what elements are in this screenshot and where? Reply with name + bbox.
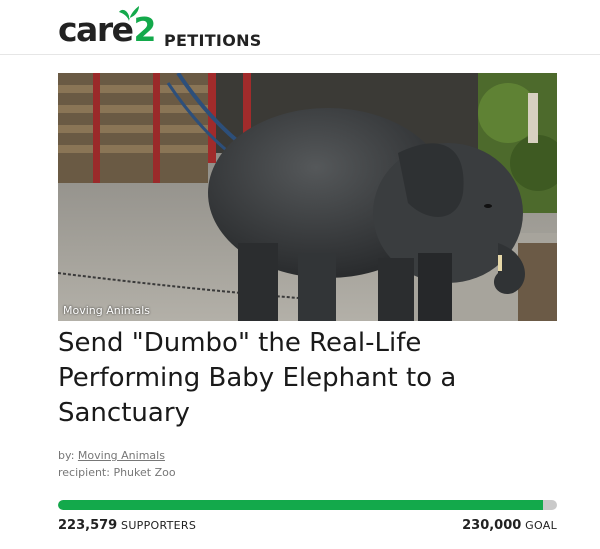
site-header: care 2 PETITIONS [0, 0, 600, 55]
goal-label: GOAL [525, 519, 557, 532]
image-credit: Moving Animals [63, 304, 151, 317]
section-label-petitions[interactable]: PETITIONS [164, 31, 262, 50]
goal-number: 230,000 [462, 518, 522, 533]
author-line: by: Moving Animals [58, 447, 176, 464]
petition-meta: by: Moving Animals recipient: Phuket Zoo [58, 447, 176, 481]
by-label: by: [58, 449, 75, 462]
signature-progress-bar [58, 500, 557, 510]
supporters-count: 223,579 SUPPORTERS [58, 518, 196, 533]
goal-count: 230,000 GOAL [462, 518, 557, 533]
recipient-name: Phuket Zoo [113, 466, 176, 479]
petition-hero-image[interactable]: Moving Animals [58, 73, 557, 321]
signature-counts: 223,579 SUPPORTERS 230,000 GOAL [58, 518, 557, 533]
supporters-number: 223,579 [58, 518, 118, 533]
author-link[interactable]: Moving Animals [78, 449, 165, 462]
recipient-label: recipient: [58, 466, 110, 479]
supporters-label: SUPPORTERS [121, 519, 197, 532]
leaf-icon [119, 6, 139, 21]
signature-progress-fill [58, 500, 544, 510]
petition-title: Send "Dumbo" the Real-Life Performing Ba… [58, 328, 457, 428]
care2-logo[interactable]: care 2 [58, 6, 156, 48]
elephant-photo [58, 73, 557, 321]
recipient-line: recipient: Phuket Zoo [58, 464, 176, 481]
